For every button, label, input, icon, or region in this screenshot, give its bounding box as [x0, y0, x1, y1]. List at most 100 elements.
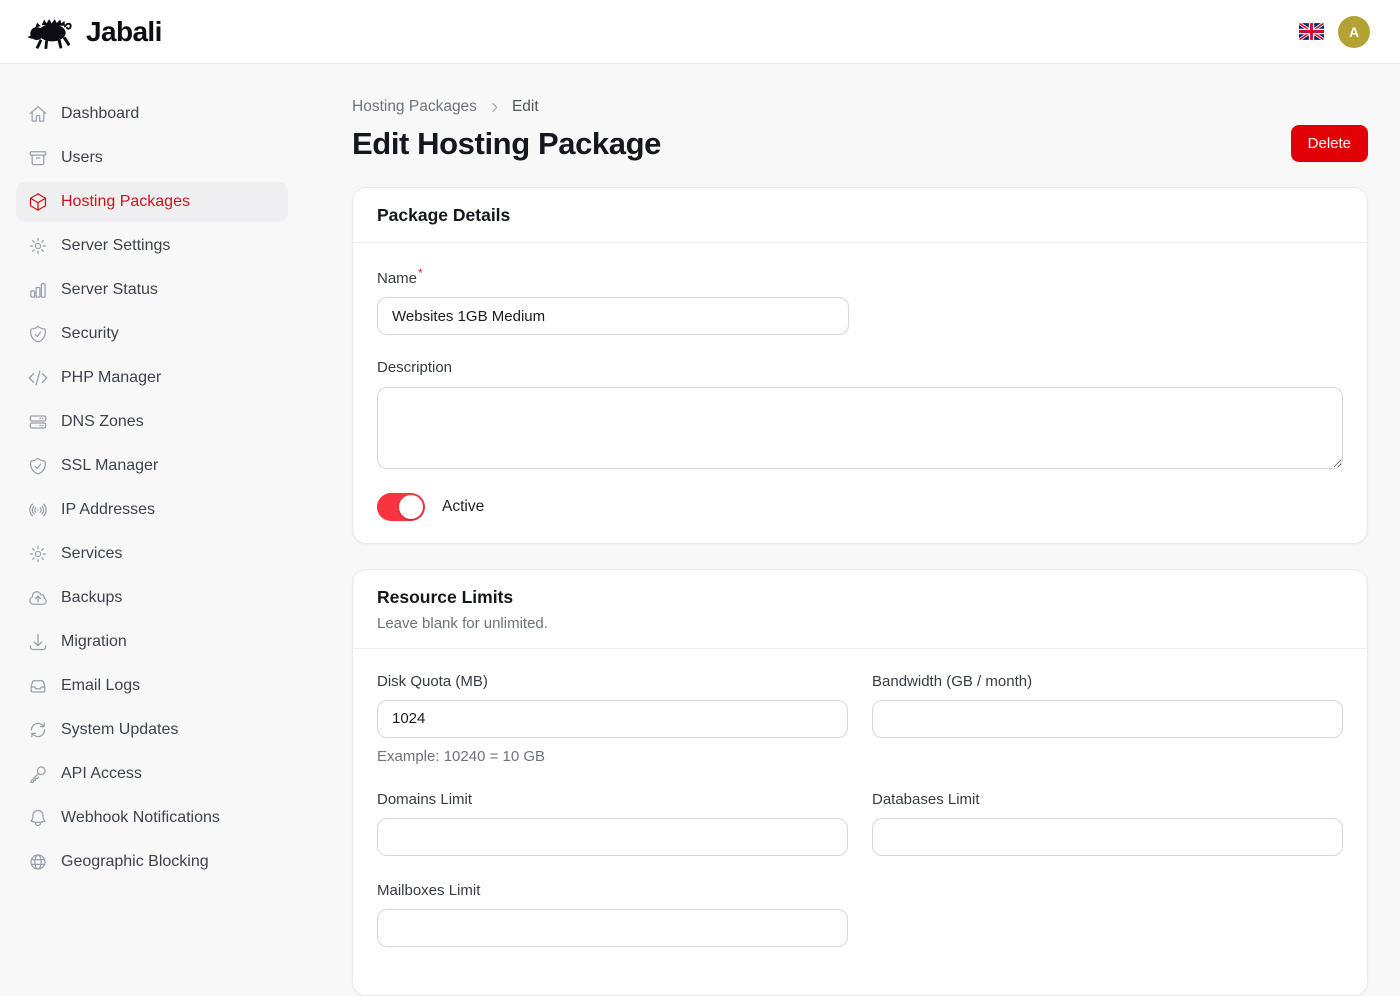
breadcrumb: Hosting Packages Edit	[352, 98, 1368, 116]
signal-icon	[28, 500, 48, 520]
card-subtitle: Leave blank for unlimited.	[377, 615, 1343, 632]
sidebar-item-label: Backups	[61, 590, 122, 606]
sidebar-item-server-settings[interactable]: Server Settings	[16, 226, 288, 266]
globe-icon	[28, 852, 48, 872]
brand-name: Jabali	[86, 16, 162, 48]
sidebar-item-migration[interactable]: Migration	[16, 622, 288, 662]
cloud-upload-icon	[28, 588, 48, 608]
sidebar-item-api-access[interactable]: API Access	[16, 754, 288, 794]
uk-flag-icon	[1299, 23, 1324, 40]
sidebar-item-label: SSL Manager	[61, 458, 158, 474]
description-label: Description	[377, 359, 1343, 376]
sidebar-item-label: API Access	[61, 766, 142, 782]
sidebar-item-dns-zones[interactable]: DNS Zones	[16, 402, 288, 442]
sidebar-item-ip-addresses[interactable]: IP Addresses	[16, 490, 288, 530]
bandwidth-label: Bandwidth (GB / month)	[872, 673, 1343, 690]
name-label-text: Name	[377, 270, 417, 287]
refresh-icon	[28, 720, 48, 740]
avatar[interactable]: A	[1338, 16, 1370, 48]
breadcrumb-link-hosting-packages[interactable]: Hosting Packages	[352, 98, 477, 116]
sidebar-item-label: Dashboard	[61, 106, 139, 122]
language-flag-button[interactable]	[1299, 23, 1324, 40]
active-toggle[interactable]	[377, 493, 425, 521]
mailboxes-limit-field: Mailboxes Limit	[377, 882, 848, 947]
databases-limit-input[interactable]	[872, 818, 1343, 856]
resource-limits-card: Resource Limits Leave blank for unlimite…	[352, 569, 1368, 996]
sidebar-item-server-status[interactable]: Server Status	[16, 270, 288, 310]
sidebar-item-label: Hosting Packages	[61, 194, 190, 210]
disk-quota-label: Disk Quota (MB)	[377, 673, 848, 690]
sidebar-item-label: Email Logs	[61, 678, 140, 694]
name-label: Name*	[377, 267, 1343, 287]
sidebar-item-label: System Updates	[61, 722, 178, 738]
shield-check-icon	[28, 324, 48, 344]
sidebar-item-label: Webhook Notifications	[61, 810, 220, 826]
sidebar-item-backups[interactable]: Backups	[16, 578, 288, 618]
sidebar-item-label: Server Settings	[61, 238, 170, 254]
mailboxes-limit-input[interactable]	[377, 909, 848, 947]
active-label: Active	[442, 498, 484, 516]
shield-check-icon	[28, 456, 48, 476]
databases-limit-field: Databases Limit	[872, 791, 1343, 856]
toggle-knob	[399, 495, 423, 519]
sidebar-item-php-manager[interactable]: PHP Manager	[16, 358, 288, 398]
sidebar-item-label: Migration	[61, 634, 127, 650]
sidebar-item-ssl-manager[interactable]: SSL Manager	[16, 446, 288, 486]
domains-limit-label: Domains Limit	[377, 791, 848, 808]
sidebar-item-label: Server Status	[61, 282, 158, 298]
sidebar-item-users[interactable]: Users	[16, 138, 288, 178]
required-asterisk: *	[418, 266, 423, 280]
chevron-right-icon	[487, 100, 502, 115]
domains-limit-field: Domains Limit	[377, 791, 848, 856]
sidebar-item-label: Geographic Blocking	[61, 854, 209, 870]
bandwidth-field: Bandwidth (GB / month)	[872, 673, 1343, 765]
sidebar-item-label: PHP Manager	[61, 370, 161, 386]
code-icon	[28, 368, 48, 388]
sidebar-item-label: Users	[61, 150, 103, 166]
disk-quota-field: Disk Quota (MB) Example: 10240 = 10 GB	[377, 673, 848, 765]
name-input[interactable]	[377, 297, 849, 335]
archive-box-icon	[28, 148, 48, 168]
sidebar-item-email-logs[interactable]: Email Logs	[16, 666, 288, 706]
inbox-icon	[28, 676, 48, 696]
boar-logo-icon	[26, 14, 78, 50]
mailboxes-limit-label: Mailboxes Limit	[377, 882, 848, 899]
sidebar-item-webhook-notifications[interactable]: Webhook Notifications	[16, 798, 288, 838]
page-title: Edit Hosting Package	[352, 126, 661, 162]
sidebar: Dashboard Users Hosting Packages Server …	[0, 64, 320, 900]
databases-limit-label: Databases Limit	[872, 791, 1343, 808]
disk-quota-hint: Example: 10240 = 10 GB	[377, 748, 848, 765]
sidebar-item-label: IP Addresses	[61, 502, 155, 518]
app-header: Jabali A	[0, 0, 1400, 64]
gear-icon	[28, 236, 48, 256]
description-textarea[interactable]	[377, 387, 1343, 469]
disk-quota-input[interactable]	[377, 700, 848, 738]
domains-limit-input[interactable]	[377, 818, 848, 856]
sidebar-item-label: Services	[61, 546, 122, 562]
sidebar-item-dashboard[interactable]: Dashboard	[16, 94, 288, 134]
package-cube-icon	[28, 192, 48, 212]
sidebar-item-geographic-blocking[interactable]: Geographic Blocking	[16, 842, 288, 882]
bar-chart-icon	[28, 280, 48, 300]
sidebar-item-services[interactable]: Services	[16, 534, 288, 574]
delete-button[interactable]: Delete	[1291, 125, 1368, 162]
sidebar-item-system-updates[interactable]: System Updates	[16, 710, 288, 750]
sidebar-item-label: DNS Zones	[61, 414, 144, 430]
download-tray-icon	[28, 632, 48, 652]
server-stack-icon	[28, 412, 48, 432]
bell-icon	[28, 808, 48, 828]
main-content: Hosting Packages Edit Edit Hosting Packa…	[320, 64, 1400, 900]
gear-icon	[28, 544, 48, 564]
card-title: Package Details	[377, 205, 1343, 226]
package-details-card: Package Details Name* Description Active	[352, 187, 1368, 544]
key-icon	[28, 764, 48, 784]
breadcrumb-current: Edit	[512, 98, 539, 116]
sidebar-item-security[interactable]: Security	[16, 314, 288, 354]
package-details-card-header: Package Details	[353, 188, 1367, 243]
sidebar-item-hosting-packages[interactable]: Hosting Packages	[16, 182, 288, 222]
resource-limits-card-header: Resource Limits Leave blank for unlimite…	[353, 570, 1367, 649]
bandwidth-input[interactable]	[872, 700, 1343, 738]
brand-logo[interactable]: Jabali	[26, 14, 162, 50]
card-title: Resource Limits	[377, 587, 1343, 608]
sidebar-item-label: Security	[61, 326, 119, 342]
